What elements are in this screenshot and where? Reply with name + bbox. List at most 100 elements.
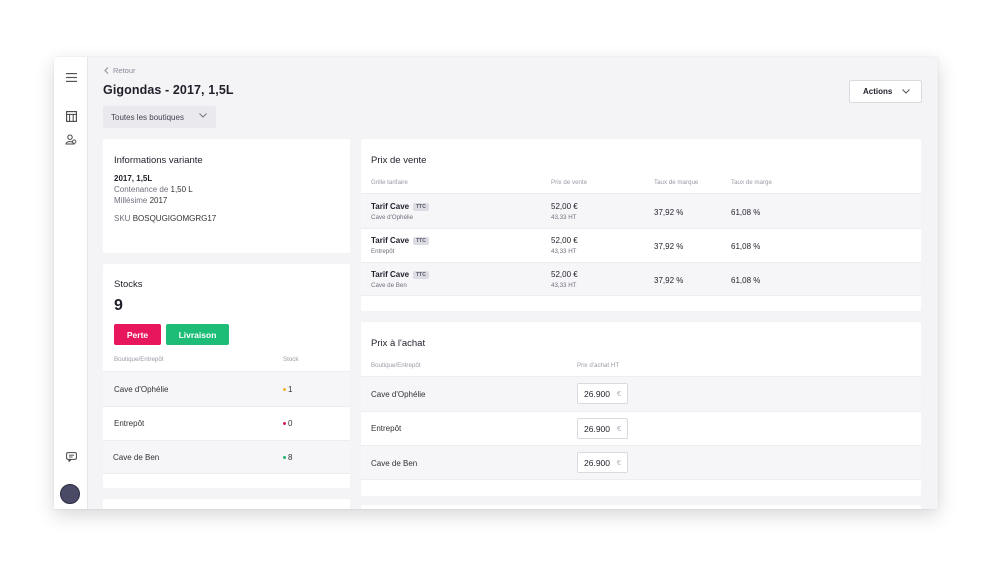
variant-info-title: Informations variante: [114, 155, 203, 166]
stocks-title: Stocks: [114, 279, 143, 290]
purchase-price-card: Prix à l'achat Boutique/Entrepôt Prix d'…: [361, 322, 921, 496]
table-row[interactable]: Tarif Cave TTC Cave d'Ophélie 52,00 € 43,…: [361, 193, 921, 228]
table-row[interactable]: Entrepôt 26.900 €: [361, 411, 921, 445]
price-grid-store: Entrepôt: [371, 248, 395, 255]
stock-qty-value: 0: [288, 419, 293, 428]
table-row[interactable]: Tarif Cave TTC Cave de Ben 52,00 € 43,33 …: [361, 262, 921, 296]
status-dot: [283, 388, 286, 392]
back-label: Retour: [113, 66, 136, 75]
purchase-price-value: 26.900: [584, 423, 610, 434]
sale-price: 52,00 €: [551, 270, 578, 279]
table-row[interactable]: Cave d'Ophélie 1: [103, 371, 350, 406]
purchase-price-value: 26.900: [584, 388, 610, 399]
margin-rate: 61,08 %: [731, 276, 761, 285]
purchase-price-input[interactable]: 26.900 €: [577, 418, 628, 439]
purchase-price-title: Prix à l'achat: [371, 338, 426, 349]
currency-suffix: €: [616, 424, 621, 433]
chevron-left-icon: [104, 67, 109, 74]
purchase-store: Cave de Ben: [371, 459, 418, 468]
page-title: Gigondas - 2017, 1,5L: [103, 83, 234, 97]
stock-store: Cave de Ben: [113, 453, 160, 462]
user-group-icon[interactable]: [63, 131, 79, 147]
ttc-badge: TTC: [413, 270, 429, 279]
sale-price-title: Prix de vente: [371, 155, 427, 166]
col-purchase-price: Prix d'achat HT: [577, 362, 620, 369]
currency-suffix: €: [616, 389, 621, 398]
purchase-price-value: 26.900: [584, 457, 610, 468]
stock-store: Entrepôt: [114, 419, 145, 428]
sale-price: 52,00 €: [551, 236, 578, 245]
menu-icon[interactable]: [63, 69, 79, 85]
table-row[interactable]: Cave de Ben 8: [103, 440, 350, 474]
variant-vintage: Millésime 2017: [114, 196, 167, 205]
variant-info-card: Informations variante 2017, 1,5L Contena…: [103, 139, 350, 253]
stock-qty: 8: [283, 453, 292, 462]
col-price-grid: Grille tarifaire: [371, 179, 408, 186]
stock-qty-value: 8: [288, 453, 293, 462]
variant-name: 2017, 1,5L: [114, 174, 153, 183]
delivery-button[interactable]: Livraison: [166, 324, 229, 345]
price-grid: Tarif Cave TTC: [371, 270, 429, 279]
price-grid: Tarif Cave TTC: [371, 202, 429, 211]
status-dot: [283, 422, 286, 426]
actions-button[interactable]: Actions: [849, 80, 922, 103]
price-grid-name: Tarif Cave: [371, 270, 410, 279]
chat-icon[interactable]: [63, 449, 79, 465]
variant-sku: SKU BOSQUGIGOMGRG17: [114, 214, 216, 223]
app-window: Retour Gigondas - 2017, 1,5L Toutes les …: [54, 57, 938, 509]
loss-button[interactable]: Perte: [114, 324, 161, 345]
markup-rate: 37,92 %: [654, 208, 684, 217]
stock-qty: 1: [283, 385, 292, 394]
status-dot: [283, 456, 286, 460]
next-card: [103, 499, 350, 509]
store-filter-select[interactable]: Toutes les boutiques: [103, 106, 216, 128]
price-grid-name: Tarif Cave: [371, 202, 410, 211]
main-content: Retour Gigondas - 2017, 1,5L Toutes les …: [88, 57, 938, 509]
purchase-price-input[interactable]: 26.900 €: [577, 452, 628, 473]
actions-label: Actions: [863, 87, 893, 96]
price-grid-store: Cave de Ben: [371, 282, 407, 289]
col-store: Boutique/Entrepôt: [371, 362, 421, 369]
back-link[interactable]: Retour: [104, 66, 136, 75]
stocks-total: 9: [114, 297, 123, 314]
stock-store: Cave d'Ophélie: [114, 385, 169, 394]
currency-suffix: €: [616, 458, 621, 467]
stocks-card: Stocks 9 Perte Livraison Boutique/Entrep…: [103, 264, 350, 488]
stock-qty-value: 1: [288, 385, 293, 394]
sale-price-ht: 43,33 HT: [551, 282, 577, 289]
col-margin-rate: Taux de marge: [731, 179, 772, 186]
catalog-icon[interactable]: [63, 108, 79, 124]
margin-rate: 61,08 %: [731, 242, 761, 251]
chevron-down-icon: [902, 89, 910, 94]
price-grid: Tarif Cave TTC: [371, 236, 429, 245]
next-card: [361, 505, 921, 509]
ttc-badge: TTC: [413, 236, 429, 245]
variant-capacity: Contenance de 1,50 L: [114, 185, 193, 194]
sale-price-ht: 43,33 HT: [551, 248, 577, 255]
table-row[interactable]: Entrepôt 0: [103, 406, 350, 440]
sale-price: 52,00 €: [551, 202, 578, 211]
sale-price-ht: 43,33 HT: [551, 214, 577, 221]
vintage-value: 2017: [149, 196, 168, 205]
col-sale-price: Prix de vente: [551, 179, 588, 186]
price-grid-name: Tarif Cave: [371, 236, 410, 245]
sidebar-rail: [54, 57, 88, 509]
purchase-store: Entrepôt: [371, 424, 402, 433]
chevron-down-icon: [199, 113, 207, 118]
margin-rate: 61,08 %: [731, 208, 761, 217]
table-row[interactable]: Tarif Cave TTC Entrepôt 52,00 € 43,33 HT …: [361, 228, 921, 262]
capacity-label: Contenance de: [114, 185, 169, 194]
table-row[interactable]: Cave de Ben 26.900 €: [361, 445, 921, 480]
stock-qty: 0: [283, 419, 292, 428]
sku-value: BOSQUGIGOMGRG17: [132, 214, 217, 223]
vintage-label: Millésime: [114, 196, 148, 205]
table-row[interactable]: Cave d'Ophélie 26.900 €: [361, 376, 921, 411]
capacity-value: 1,50 L: [170, 185, 193, 194]
col-stock: Stock: [283, 356, 299, 363]
markup-rate: 37,92 %: [654, 242, 684, 251]
store-filter-value: Toutes les boutiques: [111, 112, 184, 122]
markup-rate: 37,92 %: [654, 276, 684, 285]
purchase-price-input[interactable]: 26.900 €: [577, 383, 628, 404]
col-markup-rate: Taux de marque: [654, 179, 699, 186]
avatar[interactable]: [60, 484, 80, 504]
